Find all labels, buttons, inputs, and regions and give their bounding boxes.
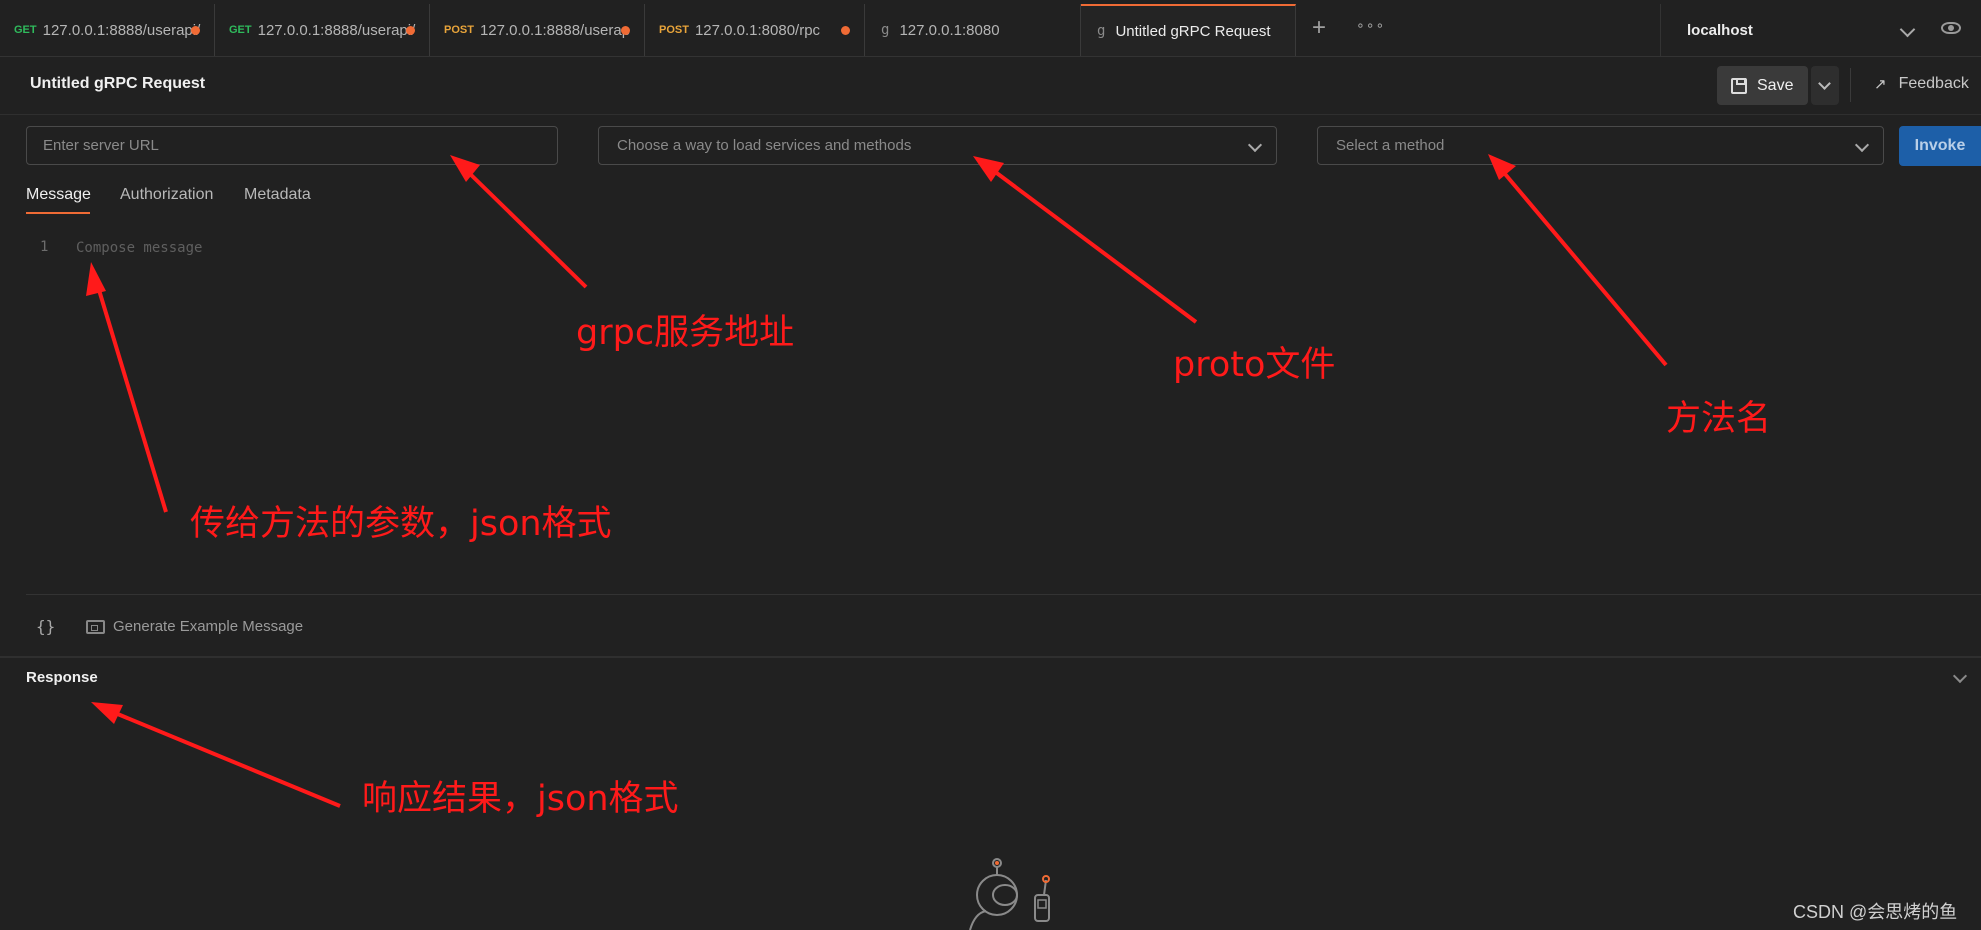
annotation-method-name: 方法名 bbox=[1666, 399, 1772, 439]
annotation-params: 传给方法的参数，json格式 bbox=[190, 504, 612, 544]
annotation-response: 响应结果，json格式 bbox=[362, 779, 679, 819]
annotation-proto-file: proto文件 bbox=[1173, 345, 1336, 385]
annotation-arrows bbox=[86, 154, 1668, 808]
watermark: CSDN @会思烤的鱼 bbox=[1793, 902, 1958, 922]
annotation-server-url: grpc服务地址 bbox=[576, 313, 795, 353]
